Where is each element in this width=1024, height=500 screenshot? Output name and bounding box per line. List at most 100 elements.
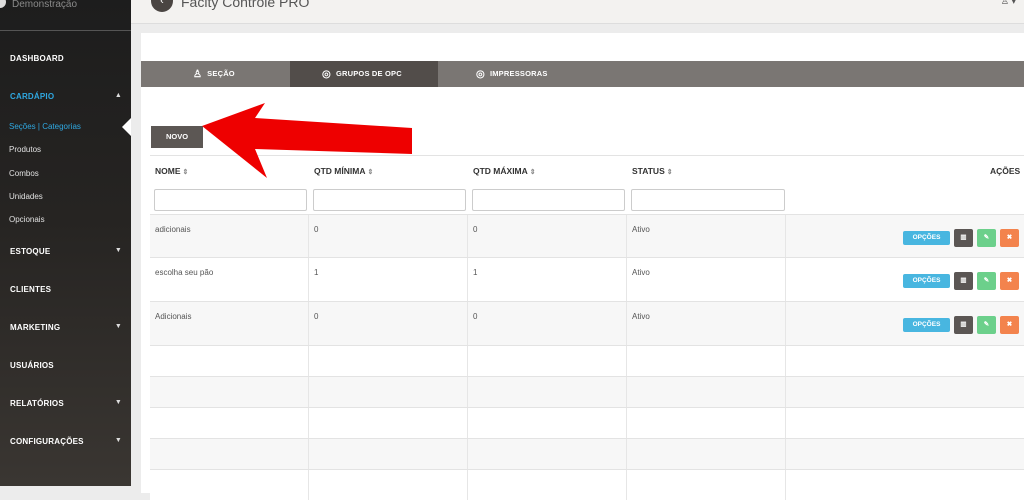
edit-icon: ✎ (983, 321, 990, 328)
sort-icon: ⇕ (182, 169, 189, 176)
sidebar-item-label: RELATÓRIOS (10, 399, 64, 408)
list-button[interactable]: ▥ (954, 316, 973, 334)
sidebar-header: Demonstração (0, 0, 131, 31)
sidebar-item-label: ESTOQUE (10, 247, 51, 256)
empty-cell (468, 377, 627, 407)
list-button[interactable]: ▥ (954, 272, 973, 290)
chevron-down-icon: ▼ (114, 399, 122, 406)
empty-cell (627, 408, 786, 438)
sidebar-item-label: CONFIGURAÇÕES (10, 437, 84, 446)
cell-qtd-minima: 0 (309, 215, 468, 257)
sort-icon: ⇕ (529, 169, 536, 176)
sidebar-item-clientes[interactable]: CLIENTES (10, 285, 122, 294)
sidebar-item-label: MARKETING (10, 323, 61, 332)
empty-cell (309, 377, 468, 407)
user-icon: ♙ (1000, 0, 1009, 6)
annotation-arrow (202, 103, 412, 178)
close-icon: ✖ (1006, 277, 1013, 284)
sidebar-item-dashboard[interactable]: DASHBOARD (10, 54, 122, 63)
empty-cell (468, 346, 627, 376)
table-row-empty (150, 469, 1024, 500)
sidebar-sub-produtos[interactable]: Produtos (9, 145, 41, 154)
delete-button[interactable]: ✖ (1000, 316, 1019, 334)
filter-qtd-maxima-input[interactable] (472, 189, 625, 211)
logo (0, 0, 6, 8)
sidebar-item-label: USUÁRIOS (10, 361, 54, 370)
empty-cell (309, 408, 468, 438)
columns-icon: ▥ (960, 321, 967, 328)
empty-cell (150, 346, 309, 376)
columns-icon: ▥ (960, 234, 967, 241)
sidebar-item-relatorios[interactable]: RELATÓRIOS ▼ (10, 399, 122, 408)
edit-button[interactable]: ✎ (977, 229, 996, 247)
sidebar-item-cardapio[interactable]: CARDÁPIO ▲ (10, 92, 122, 101)
header-label: QTD MÁXIMA (473, 166, 528, 176)
sidebar-item-estoque[interactable]: ESTOQUE ▼ (10, 247, 122, 256)
opcoes-button[interactable]: OPÇÕES (903, 318, 950, 332)
empty-cell (309, 346, 468, 376)
sidebar-sub-combos[interactable]: Combos (9, 169, 39, 178)
cell-status: Ativo (627, 258, 786, 301)
cell-qtd-maxima: 0 (468, 215, 627, 257)
column-header-status[interactable]: STATUS ⇕ (632, 166, 673, 176)
filter-nome-input[interactable] (154, 189, 307, 211)
opcoes-button[interactable]: OPÇÕES (903, 231, 950, 245)
active-pointer-icon (122, 118, 131, 136)
column-header-nome[interactable]: NOME ⇕ (155, 166, 188, 176)
table-row-empty (150, 345, 1024, 376)
column-header-qtd-maxima[interactable]: QTD MÁXIMA ⇕ (473, 166, 536, 176)
sort-icon: ⇕ (666, 169, 673, 176)
close-icon: ✖ (1006, 321, 1013, 328)
tab-grupos-opc[interactable]: ◎ GRUPOS DE OPC (290, 61, 438, 87)
cell-nome: escolha seu pão (150, 258, 309, 301)
tab-label: IMPRESSORAS (489, 69, 548, 78)
row-actions: OPÇÕES ▥ ✎ ✖ (903, 316, 1020, 334)
edit-button[interactable]: ✎ (977, 272, 996, 290)
sidebar-sub-unidades[interactable]: Unidades (9, 192, 43, 201)
table-row: Adicionais 0 0 Ativo OPÇÕES ▥ ✎ ✖ (150, 301, 1024, 345)
back-button[interactable]: ‹ (151, 0, 173, 12)
chevron-down-icon: ▼ (114, 247, 122, 254)
empty-cell (309, 439, 468, 469)
filter-qtd-minima-input[interactable] (313, 189, 466, 211)
table-row-empty (150, 376, 1024, 407)
chevron-down-icon: ▼ (114, 323, 122, 330)
sidebar-sub-secoes[interactable]: Seções | Categorias (9, 122, 81, 131)
caret-down-icon: ▾ (1011, 0, 1016, 6)
columns-icon: ▥ (960, 277, 967, 284)
dribbble-icon: ◎ (476, 69, 485, 80)
sidebar: Demonstração DASHBOARD CARDÁPIO ▲ Seções … (0, 0, 131, 486)
novo-button[interactable]: NOVO (151, 126, 203, 148)
row-actions: OPÇÕES ▥ ✎ ✖ (903, 272, 1020, 290)
edit-button[interactable]: ✎ (977, 316, 996, 334)
cell-status: Ativo (627, 215, 786, 257)
user-menu[interactable]: ♙ ▾ (1001, 0, 1016, 7)
empty-cell (150, 439, 309, 469)
sidebar-item-marketing[interactable]: MARKETING ▼ (10, 323, 122, 332)
empty-cell (150, 470, 309, 500)
column-header-acoes: AÇÕES (990, 166, 1021, 176)
org-name: Demonstração (12, 0, 78, 10)
header-label: STATUS (632, 166, 665, 176)
delete-button[interactable]: ✖ (1000, 272, 1019, 290)
chevron-left-icon: ‹ (160, 0, 164, 7)
sidebar-sub-opcionais[interactable]: Opcionais (9, 215, 45, 224)
empty-cell (627, 470, 786, 500)
empty-cell (627, 346, 786, 376)
edit-icon: ✎ (983, 277, 990, 284)
tab-impressoras[interactable]: ◎ IMPRESSORAS (476, 61, 616, 87)
tab-label: GRUPOS DE OPC (335, 69, 402, 78)
list-button[interactable]: ▥ (954, 229, 973, 247)
chevron-up-icon: ▲ (114, 92, 122, 99)
empty-cell (468, 470, 627, 500)
empty-cell (627, 377, 786, 407)
table-row: escolha seu pão 1 1 Ativo OPÇÕES ▥ ✎ ✖ (150, 257, 1024, 301)
delete-button[interactable]: ✖ (1000, 229, 1019, 247)
opcoes-button[interactable]: OPÇÕES (903, 274, 950, 288)
sidebar-item-configuracoes[interactable]: CONFIGURAÇÕES ▼ (10, 437, 122, 446)
sidebar-item-usuarios[interactable]: USUÁRIOS (10, 361, 122, 370)
tab-bar: ♙ SEÇÃO ◎ GRUPOS DE OPC ◎ IMPRESSORAS (141, 61, 1024, 87)
filter-status-input[interactable] (631, 189, 785, 211)
topbar: ‹ Facity Controle PRO ♙ ▾ (131, 0, 1024, 24)
sidebar-item-label: CARDÁPIO (10, 92, 55, 101)
